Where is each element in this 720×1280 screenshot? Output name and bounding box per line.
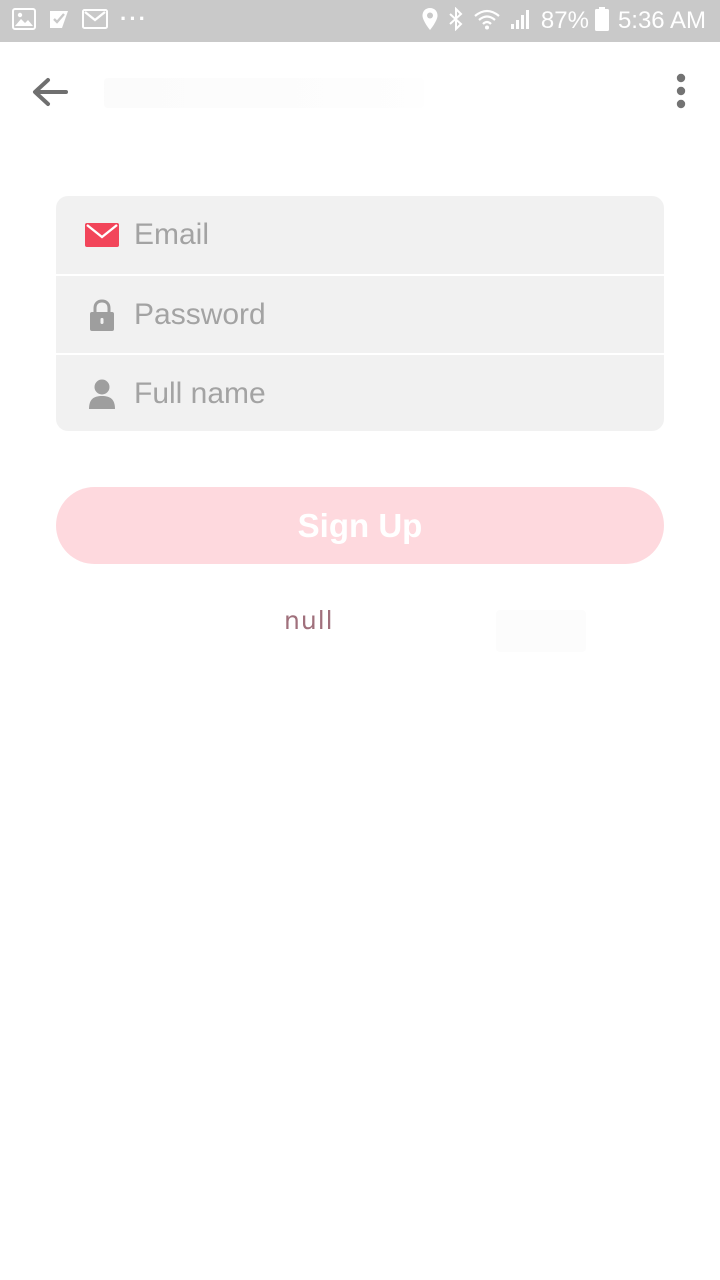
gallery-icon (12, 7, 36, 35)
lock-icon (84, 297, 120, 333)
arrow-left-icon (33, 78, 68, 106)
sign-up-button[interactable]: Sign Up (56, 487, 664, 564)
overflow-menu-button[interactable] (664, 72, 698, 112)
back-button[interactable] (28, 72, 72, 116)
system-status-area: 87% 5:36 AM (412, 6, 706, 36)
full-name-row (56, 353, 664, 431)
person-icon (84, 376, 120, 412)
mail-icon (84, 217, 120, 253)
footer-text: null (284, 606, 334, 635)
full-name-field[interactable] (134, 371, 644, 416)
notification-area: ··· (12, 6, 160, 35)
status-bar: ··· 87% 5:36 AM (0, 0, 720, 42)
more-dots-icon: ··· (120, 6, 148, 31)
password-field[interactable] (134, 292, 644, 337)
signup-form (56, 196, 664, 431)
clock: 5:36 AM (617, 7, 706, 34)
bluetooth-icon (448, 6, 464, 36)
password-row (56, 274, 664, 353)
check-icon (48, 8, 70, 35)
battery-icon (594, 6, 609, 36)
gmail-icon (82, 8, 108, 35)
wifi-icon (473, 8, 501, 35)
app-bar-title-placeholder (104, 78, 424, 108)
footer-link-placeholder[interactable] (496, 610, 586, 652)
email-row (56, 196, 664, 274)
signal-icon (510, 8, 532, 35)
email-field[interactable] (134, 213, 644, 257)
location-icon (421, 7, 439, 36)
more-vertical-icon (676, 73, 686, 109)
battery-percent: 87% (540, 7, 589, 34)
app-bar (0, 42, 720, 142)
